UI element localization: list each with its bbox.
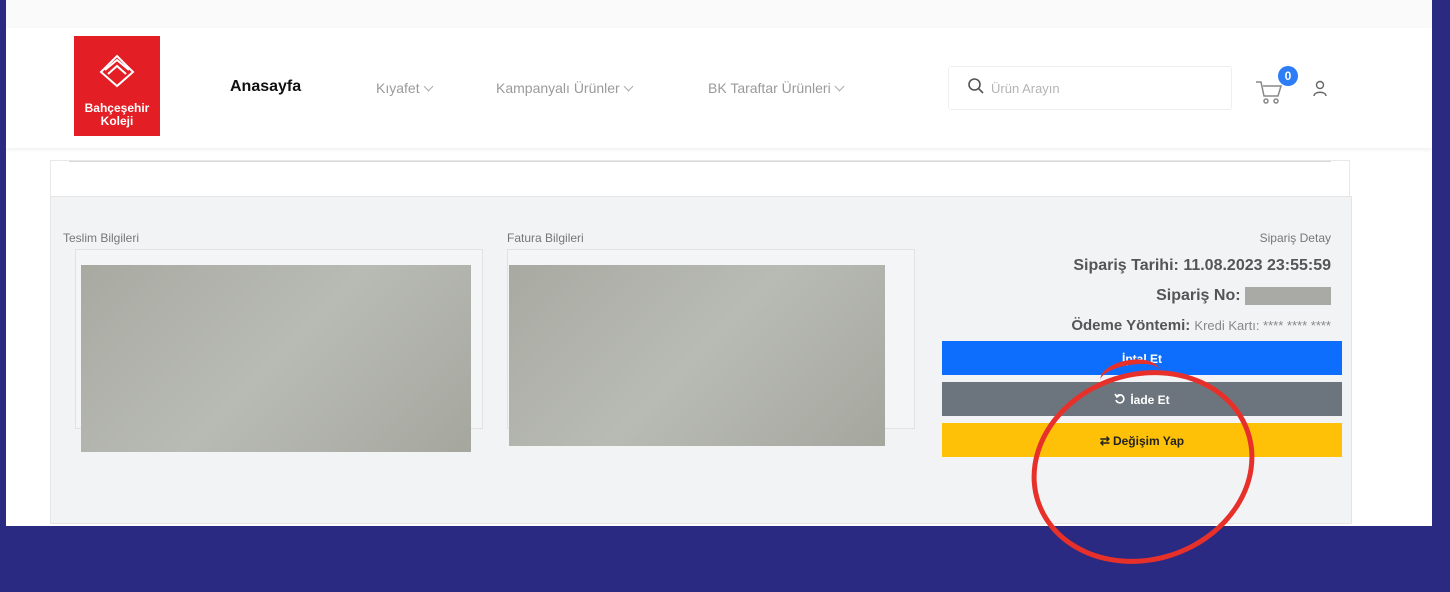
billing-info-redacted bbox=[509, 265, 885, 446]
payment-method: Ödeme Yöntemi: Kredi Kartı: **** **** **… bbox=[1071, 317, 1331, 334]
delivery-info-label: Teslim Bilgileri bbox=[63, 231, 140, 245]
search-input[interactable] bbox=[989, 77, 1213, 99]
nav-campaign-products[interactable]: Kampanyalı Ürünler bbox=[496, 80, 634, 96]
divider bbox=[69, 161, 1331, 162]
nav-campaign-label: Kampanyalı Ürünler bbox=[496, 80, 620, 96]
user-icon[interactable] bbox=[1312, 80, 1328, 98]
chevron-down-icon bbox=[623, 81, 634, 92]
return-order-label: İade Et bbox=[1130, 393, 1170, 407]
order-date: Sipariş Tarihi: 11.08.2023 23:55:59 bbox=[1073, 257, 1331, 275]
nav-clothing-label: Kıyafet bbox=[376, 80, 420, 96]
site-header: Bahçeşehir Koleji Anasayfa Kıyafet Kampa… bbox=[6, 28, 1432, 148]
logo-text: Bahçeşehir Koleji bbox=[74, 102, 160, 128]
exchange-label: Değişim Yap bbox=[1112, 434, 1185, 448]
nav-clothing[interactable]: Kıyafet bbox=[376, 80, 434, 96]
browser-page: Bahçeşehir Koleji Anasayfa Kıyafet Kampa… bbox=[6, 0, 1432, 526]
order-date-value: 11.08.2023 23:55:59 bbox=[1183, 257, 1331, 274]
cancel-order-button[interactable]: İptal Et bbox=[942, 341, 1342, 375]
top-strip bbox=[6, 0, 1432, 28]
order-panel-header bbox=[50, 160, 1350, 197]
nav-fan-label: BK Taraftar Ürünleri bbox=[708, 80, 831, 96]
exchange-button[interactable]: ⇄ Değişim Yap bbox=[942, 423, 1342, 457]
order-detail-label: Sipariş Detay bbox=[1259, 231, 1331, 245]
order-number: Sipariş No: bbox=[1156, 287, 1331, 305]
site-logo[interactable]: Bahçeşehir Koleji bbox=[74, 36, 160, 136]
undo-icon bbox=[1114, 393, 1125, 404]
search-box bbox=[948, 66, 1232, 110]
order-date-label: Sipariş Tarihi: bbox=[1073, 257, 1179, 274]
chevron-down-icon bbox=[834, 81, 845, 92]
delivery-info-redacted bbox=[81, 265, 471, 452]
payment-method-label: Ödeme Yöntemi: bbox=[1071, 317, 1191, 334]
chevron-down-icon bbox=[423, 81, 434, 92]
return-order-button[interactable]: İade Et bbox=[942, 382, 1342, 416]
nav-home[interactable]: Anasayfa bbox=[230, 78, 301, 96]
nav-fan-products[interactable]: BK Taraftar Ürünleri bbox=[708, 80, 845, 96]
logo-line2: Koleji bbox=[100, 114, 134, 128]
search-icon[interactable] bbox=[967, 77, 985, 95]
logo-emblem-icon bbox=[99, 54, 135, 88]
exchange-icon: ⇄ bbox=[1099, 434, 1110, 448]
payment-method-value: Kredi Kartı: **** **** **** bbox=[1194, 318, 1331, 333]
order-number-label: Sipariş No: bbox=[1156, 287, 1241, 305]
billing-info-label: Fatura Bilgileri bbox=[507, 231, 584, 245]
order-number-redacted bbox=[1245, 287, 1331, 305]
cart-count-badge: 0 bbox=[1278, 66, 1298, 86]
